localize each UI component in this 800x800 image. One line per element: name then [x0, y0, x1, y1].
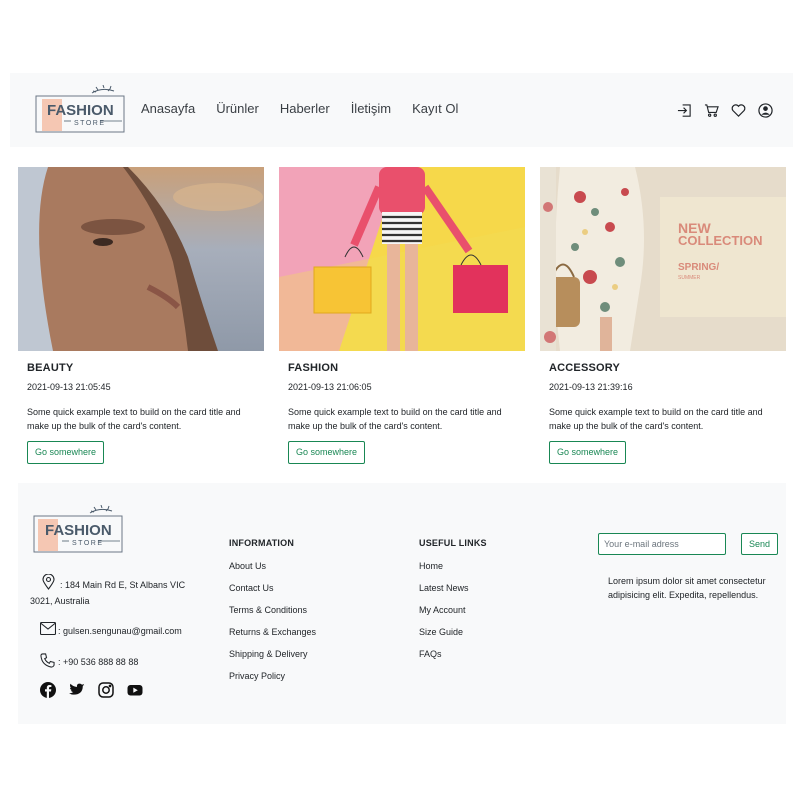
- footer-link-my-account[interactable]: My Account: [419, 605, 487, 615]
- footer-link-contact[interactable]: Contact Us: [229, 583, 316, 593]
- card-fashion: FASHION 2021-09-13 21:06:05 Some quick e…: [279, 167, 525, 467]
- heart-icon[interactable]: [729, 101, 747, 119]
- cards-row: BEAUTY 2021-09-13 21:05:45 Some quick ex…: [18, 167, 786, 467]
- cart-icon[interactable]: [702, 101, 720, 119]
- footer-phone: : +90 536 888 88 88: [58, 657, 139, 667]
- login-icon[interactable]: [675, 101, 693, 119]
- footer-link-size-guide[interactable]: Size Guide: [419, 627, 487, 637]
- brand-logo[interactable]: FASHION STORE: [34, 84, 126, 137]
- card-text: Some quick example text to build on the …: [27, 407, 241, 431]
- go-somewhere-button[interactable]: Go somewhere: [549, 441, 627, 464]
- nav-link-products[interactable]: Ürünler: [216, 101, 259, 116]
- footer-link-about[interactable]: About Us: [229, 561, 316, 571]
- card-title: FASHION: [288, 362, 339, 374]
- footer-info-column: INFORMATION About Us Contact Us Terms & …: [229, 538, 316, 693]
- promo-line3: SPRING/: [678, 262, 719, 273]
- footer-brand-top: FASHION: [45, 522, 112, 539]
- footer-lorem-text: Lorem ipsum dolor sit amet consectetur a…: [608, 576, 766, 600]
- footer-link-latest-news[interactable]: Latest News: [419, 583, 487, 593]
- footer-link-terms[interactable]: Terms & Conditions: [229, 605, 316, 615]
- card-image-fashion: [279, 167, 525, 351]
- footer-useful-column: USEFUL LINKS Home Latest News My Account…: [419, 538, 487, 671]
- card-title: BEAUTY: [27, 362, 74, 374]
- navbar: FASHION STORE Anasayfa Ürünler Haberler …: [10, 73, 793, 147]
- user-icon[interactable]: [756, 101, 774, 119]
- promo-line4: SUMMER: [678, 275, 701, 281]
- brand-name-top: FASHION: [47, 102, 114, 119]
- go-somewhere-button[interactable]: Go somewhere: [27, 441, 105, 464]
- information-heading: INFORMATION: [229, 538, 295, 548]
- card-beauty: BEAUTY 2021-09-13 21:05:45 Some quick ex…: [18, 167, 264, 467]
- facebook-icon[interactable]: [40, 682, 56, 698]
- card-date: 2021-09-13 21:06:05: [288, 382, 372, 392]
- nav-icons: [675, 101, 774, 119]
- nav-link-home[interactable]: Anasayfa: [141, 101, 195, 116]
- footer-address: : 184 Main Rd E, St Albans VIC 3021, Aus…: [30, 580, 186, 606]
- footer-link-shipping[interactable]: Shipping & Delivery: [229, 649, 316, 659]
- phone-icon: [40, 653, 55, 673]
- card-date: 2021-09-13 21:39:16: [549, 382, 633, 392]
- card-title: ACCESSORY: [549, 362, 621, 374]
- useful-links-heading: USEFUL LINKS: [419, 538, 487, 548]
- footer-link-privacy[interactable]: Privacy Policy: [229, 671, 316, 681]
- instagram-icon[interactable]: [98, 682, 114, 698]
- footer-link-faqs[interactable]: FAQs: [419, 649, 487, 659]
- footer-link-returns[interactable]: Returns & Exchanges: [229, 627, 316, 637]
- nav-link-contact[interactable]: İletişim: [351, 101, 391, 116]
- footer-logo[interactable]: FASHION STORE: [32, 504, 124, 557]
- card-image-accessory: NEW COLLECTION SPRING/ SUMMER: [540, 167, 786, 351]
- footer: FASHION STORE : 184 Main Rd E, St Albans…: [18, 483, 786, 724]
- twitter-icon[interactable]: [69, 682, 85, 698]
- send-button[interactable]: Send: [741, 533, 778, 555]
- youtube-icon[interactable]: [127, 682, 143, 698]
- card-image-beauty: [18, 167, 264, 351]
- nav-link-news[interactable]: Haberler: [280, 101, 330, 116]
- card-text: Some quick example text to build on the …: [549, 407, 763, 431]
- card-text: Some quick example text to build on the …: [288, 407, 502, 431]
- footer-email: : gulsen.sengunau@gmail.com: [58, 626, 182, 636]
- newsletter-email-input[interactable]: [598, 533, 726, 555]
- promo-line2: COLLECTION: [678, 233, 763, 248]
- card-accessory: NEW COLLECTION SPRING/ SUMMER ACCESSORY …: [540, 167, 786, 467]
- nav-links: Anasayfa Ürünler Haberler İletişim Kayıt…: [141, 101, 479, 116]
- go-somewhere-button[interactable]: Go somewhere: [288, 441, 366, 464]
- social-links: [40, 682, 143, 698]
- envelope-icon: [39, 621, 57, 640]
- nav-link-register[interactable]: Kayıt Ol: [412, 101, 458, 116]
- card-date: 2021-09-13 21:05:45: [27, 382, 111, 392]
- footer-link-home[interactable]: Home: [419, 561, 487, 571]
